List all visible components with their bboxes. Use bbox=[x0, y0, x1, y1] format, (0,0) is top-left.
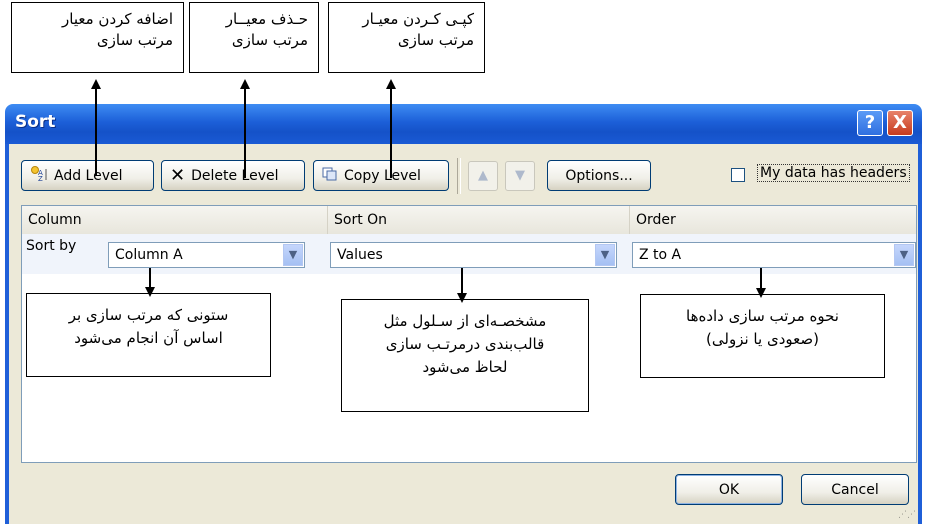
callout-line: حـذف معیــار bbox=[225, 10, 308, 28]
sort-on-select-value: Values bbox=[337, 247, 383, 263]
options-button[interactable]: Options... bbox=[547, 160, 651, 191]
x-icon: ✕ bbox=[170, 165, 186, 186]
callout-add-level: اضافه کردن معیار مرتب سازی bbox=[11, 2, 184, 73]
sort-by-label: Sort by bbox=[26, 238, 77, 254]
callout-line: اساس آن انجام می‌شود bbox=[74, 329, 223, 347]
column-header-order: Order bbox=[636, 212, 676, 228]
chevron-down-icon[interactable]: ▼ bbox=[595, 244, 615, 266]
callout-line: کپـی کـردن معیـار bbox=[362, 10, 474, 28]
column-header-column: Column bbox=[22, 206, 328, 234]
callout-line: مرتب سازی bbox=[231, 31, 308, 49]
toolbar-separator bbox=[457, 158, 461, 194]
column-header-sort-on: Sort On bbox=[328, 206, 630, 234]
grid-header: Column Sort On Order bbox=[22, 206, 916, 235]
callout-line: مشخصـه‌ای از سـلول مثل bbox=[383, 312, 547, 330]
move-up-button[interactable]: ▲ bbox=[468, 161, 498, 191]
callout-line: مرتب سازی bbox=[397, 31, 474, 49]
copy-level-button[interactable]: Copy Level bbox=[313, 160, 449, 191]
add-level-button[interactable]: AZ Add Level bbox=[21, 160, 154, 191]
delete-level-button[interactable]: ✕ Delete Level bbox=[161, 160, 305, 191]
help-button[interactable]: ? bbox=[857, 110, 883, 136]
move-down-button[interactable]: ▼ bbox=[505, 161, 535, 191]
copy-level-label: Copy Level bbox=[344, 167, 421, 184]
callout-line: قالب‌بندی درمرتـب سازی bbox=[385, 335, 545, 353]
order-select[interactable]: Z to A ▼ bbox=[632, 242, 916, 268]
callout-copy-level: کپـی کـردن معیـار مرتب سازی bbox=[328, 2, 485, 73]
column-select[interactable]: Column A ▼ bbox=[108, 242, 305, 268]
column-select-value: Column A bbox=[115, 247, 183, 263]
add-level-icon: AZ bbox=[30, 165, 48, 186]
cancel-button[interactable]: Cancel bbox=[801, 474, 909, 505]
arrow-up-icon: ▲ bbox=[478, 168, 488, 183]
options-label: Options... bbox=[565, 167, 633, 184]
chevron-down-icon[interactable]: ▼ bbox=[894, 244, 914, 266]
callout-line: ستونی که مرتب سازی بر bbox=[68, 306, 229, 324]
delete-level-label: Delete Level bbox=[191, 167, 279, 184]
sort-level-row[interactable]: Sort by Column A ▼ Values ▼ Z to A ▼ bbox=[22, 234, 916, 274]
callout-delete-level: حـذف معیــار مرتب سازی bbox=[189, 2, 319, 73]
resize-grip-icon[interactable]: ⋰⋰ bbox=[898, 510, 916, 520]
cancel-label: Cancel bbox=[831, 481, 879, 498]
close-button[interactable]: X bbox=[887, 110, 913, 136]
callout-line: مرتب سازی bbox=[96, 31, 173, 49]
callout-column: ستونی که مرتب سازی بر اساس آن انجام می‌ش… bbox=[26, 293, 271, 377]
headers-checkbox[interactable] bbox=[731, 168, 745, 182]
sort-on-select[interactable]: Values ▼ bbox=[330, 242, 617, 268]
callout-line: (صعودی یا نزولی) bbox=[706, 330, 819, 348]
callout-line: نحوه مرتب سازی داده‌ها bbox=[686, 307, 839, 325]
headers-checkbox-label[interactable]: My data has headers bbox=[757, 164, 910, 182]
dialog-title: Sort bbox=[15, 112, 56, 132]
ok-label: OK bbox=[718, 481, 740, 498]
arrow-down-icon: ▼ bbox=[515, 168, 525, 183]
ok-button[interactable]: OK bbox=[675, 474, 783, 505]
callout-sort-on: مشخصـه‌ای از سـلول مثل قالب‌بندی درمرتـب… bbox=[341, 299, 589, 412]
chevron-down-icon[interactable]: ▼ bbox=[283, 244, 303, 266]
title-bar[interactable]: Sort ? X bbox=[5, 104, 922, 144]
add-level-label: Add Level bbox=[54, 167, 123, 184]
callout-line: اضافه کردن معیار bbox=[62, 10, 173, 28]
order-select-value: Z to A bbox=[639, 247, 682, 263]
svg-text:Z: Z bbox=[38, 175, 43, 182]
callout-order: نحوه مرتب سازی داده‌ها (صعودی یا نزولی) bbox=[640, 294, 885, 378]
copy-icon bbox=[322, 167, 338, 185]
callout-line: لحاظ می‌شود bbox=[422, 358, 508, 376]
